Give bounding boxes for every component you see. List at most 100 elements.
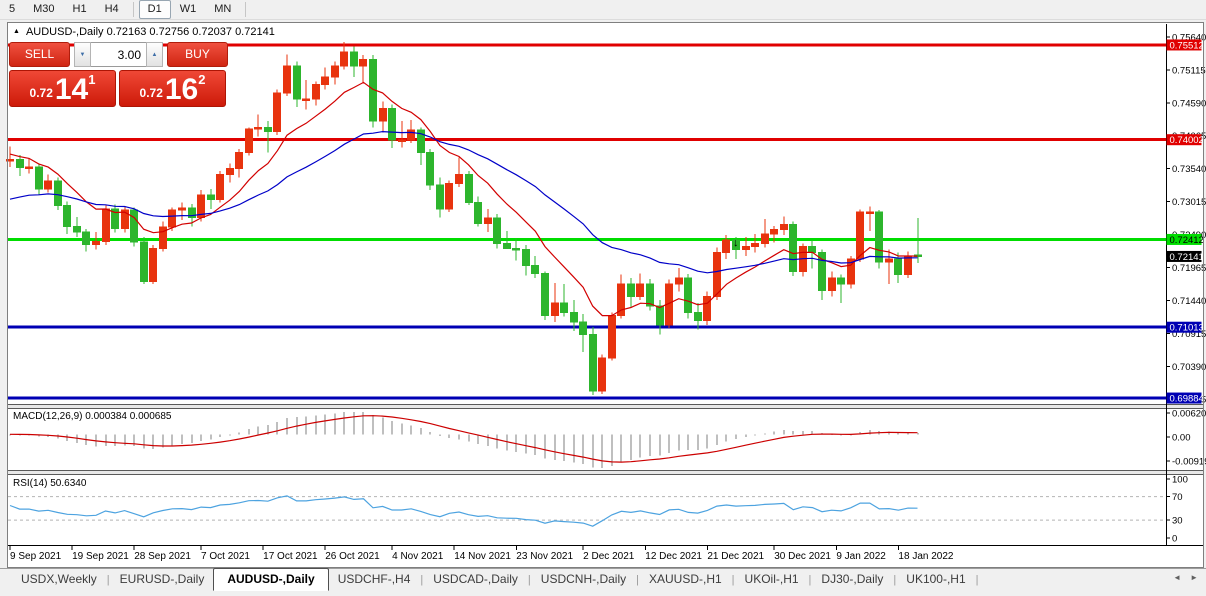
candle-body	[695, 312, 702, 320]
candle-body	[704, 297, 711, 321]
tab-separator: |	[732, 574, 735, 586]
price-tick-label: 0.74590	[1172, 98, 1206, 109]
candle-body	[389, 108, 396, 139]
candle-body	[45, 181, 52, 189]
date-tick-label: 7 Oct 2021	[201, 551, 250, 562]
timeframe-button-m30[interactable]: M30	[24, 0, 63, 19]
date-tick-label: 21 Dec 2021	[707, 551, 764, 562]
rsi-axis-label: 0	[1172, 533, 1177, 544]
candle-body	[580, 322, 587, 335]
tab-ukoil-h1[interactable]: UKOil-,H1	[736, 569, 808, 590]
timeframe-button-w1[interactable]: W1	[171, 0, 206, 19]
date-tick-label: 30 Dec 2021	[774, 551, 831, 562]
tab-dj30-daily[interactable]: DJ30-,Daily	[812, 569, 892, 590]
candle-body	[236, 152, 243, 168]
candle-body	[93, 241, 100, 244]
price-tick-label: 0.73015	[1172, 197, 1206, 208]
tab-uk100-h1[interactable]: UK100-,H1	[897, 569, 974, 590]
tab-separator: |	[976, 574, 979, 586]
candle-body	[628, 284, 635, 297]
candle-body	[647, 284, 654, 306]
date-tick-label: 12 Dec 2021	[645, 551, 702, 562]
tab-usdchf-h4[interactable]: USDCHF-,H4	[329, 569, 420, 590]
timeframe-toolbar: 5M30H1H4 D1W1MN	[0, 0, 1206, 20]
timeframe-button-h4[interactable]: H4	[96, 0, 128, 19]
price-badge-label: 0.74002	[1170, 135, 1204, 146]
toolbar-separator	[245, 2, 246, 17]
candle-body	[867, 212, 874, 214]
price-tick-label: 0.70390	[1172, 362, 1206, 373]
candle-body	[829, 278, 836, 291]
candle-body	[571, 312, 578, 321]
candle-body	[55, 181, 62, 205]
sell-price-prefix: 0.72	[30, 86, 53, 100]
sell-price-box[interactable]: 0.72 14 1	[9, 70, 116, 107]
price-tick-label: 0.71440	[1172, 296, 1206, 307]
volume-control: ▼ ▲	[74, 42, 163, 67]
tab-xauusd-h1[interactable]: XAUUSD-,H1	[640, 569, 731, 590]
candle-body	[227, 169, 234, 175]
tab-usdcnh-daily[interactable]: USDCNH-,Daily	[532, 569, 635, 590]
candle-body	[284, 66, 291, 93]
tab-eurusd-daily[interactable]: EURUSD-,Daily	[111, 569, 214, 590]
candle-body	[360, 60, 367, 66]
candle-body	[399, 140, 406, 142]
candle-body	[838, 278, 845, 284]
buy-price-pip: 2	[198, 72, 205, 87]
volume-input[interactable]	[91, 42, 146, 67]
date-tick-label: 18 Jan 2022	[898, 551, 953, 562]
macd-axis-label: -0.00919	[1172, 457, 1206, 468]
tab-scroll-right-icon[interactable]: ►	[1190, 573, 1198, 582]
candle-body	[542, 273, 549, 315]
tab-audusd-daily[interactable]: AUDUSD-,Daily	[213, 568, 328, 591]
candle-body	[332, 66, 339, 77]
buy-button[interactable]: BUY	[167, 42, 228, 67]
trading-platform-window: 5M30H1H4D1W1MN ↓0.756400.751150.745900.7…	[0, 0, 1206, 596]
tab-scroll-left-icon[interactable]: ◄	[1173, 573, 1181, 582]
timeframe-button-mn[interactable]: MN	[205, 0, 240, 19]
candle-body	[485, 218, 492, 223]
timeframe-button-d1[interactable]: D1	[139, 0, 171, 19]
buy-price-box[interactable]: 0.72 16 2	[119, 70, 226, 107]
candle-body	[561, 303, 568, 312]
candle-body	[466, 174, 473, 202]
candle-body	[36, 167, 43, 189]
candle-body	[265, 127, 272, 131]
candle-body	[408, 130, 415, 140]
macd-axis-label: 0.006201	[1172, 409, 1206, 420]
candle-body	[685, 278, 692, 313]
candle-body	[208, 195, 215, 199]
tab-separator: |	[107, 574, 110, 586]
candle-body	[886, 259, 893, 262]
candle-body	[150, 248, 157, 281]
rsi-axis-label: 100	[1172, 475, 1188, 486]
buy-price-digits: 16	[165, 75, 198, 105]
date-tick-label: 4 Nov 2021	[392, 551, 444, 562]
volume-increase-button[interactable]: ▲	[146, 42, 163, 67]
timeframe-button-5[interactable]: 5	[0, 0, 24, 19]
candle-body	[322, 77, 329, 85]
tab-usdcad-daily[interactable]: USDCAD-,Daily	[424, 569, 527, 590]
tab-usdx-weekly[interactable]: USDX,Weekly	[12, 569, 106, 590]
sell-button[interactable]: SELL	[9, 42, 70, 67]
tab-separator: |	[809, 574, 812, 586]
collapse-triangle-icon[interactable]: ▲	[13, 26, 20, 37]
price-tick-label: 0.73540	[1172, 164, 1206, 175]
candle-body	[303, 99, 310, 101]
price-tick-label: 0.71965	[1172, 263, 1206, 274]
candle-body	[427, 152, 434, 185]
timeframe-button-h1[interactable]: H1	[64, 0, 96, 19]
trade-marker-arrow-icon: ↓	[733, 237, 739, 249]
chart-title-text: AUDUSD-,Daily 0.72163 0.72756 0.72037 0.…	[26, 26, 275, 38]
candle-body	[131, 210, 138, 242]
candle-body	[64, 206, 71, 227]
date-tick-label: 9 Sep 2021	[10, 551, 62, 562]
candle-body	[905, 256, 912, 275]
buy-price-prefix: 0.72	[140, 86, 163, 100]
chart-window-title: ▲ AUDUSD-,Daily 0.72163 0.72756 0.72037 …	[13, 25, 275, 38]
candle-body	[494, 218, 501, 243]
date-tick-label: 17 Oct 2021	[263, 551, 318, 562]
candle-body	[771, 230, 778, 234]
volume-decrease-button[interactable]: ▼	[74, 42, 91, 67]
candle-body	[217, 174, 224, 199]
